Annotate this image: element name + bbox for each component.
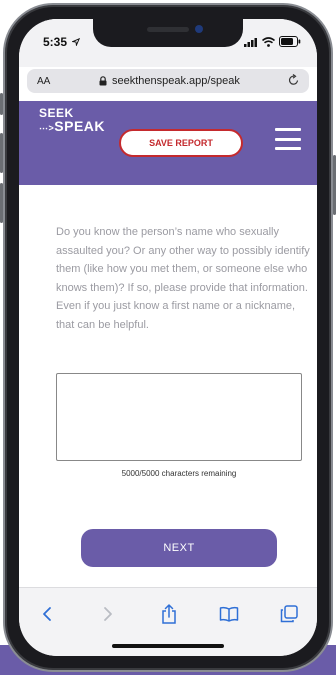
logo-line-speak: SPEAK [54, 118, 105, 134]
phone-frame: 5:35 AA seekthenspeak.app/speak SEEK ⋯>S… [0, 3, 336, 672]
reload-icon [288, 73, 299, 85]
volume-down-button [0, 183, 3, 223]
share-icon [162, 604, 176, 624]
url-text: seekthenspeak.app/speak [112, 75, 240, 87]
hamburger-menu-icon[interactable] [275, 128, 301, 150]
forward-button[interactable] [94, 602, 122, 626]
status-time-text: 5:35 [43, 35, 68, 49]
text-size-button[interactable]: AA [37, 76, 50, 87]
volume-up-button [0, 133, 3, 173]
silent-switch [0, 93, 3, 115]
battery-icon [279, 36, 301, 47]
status-time: 5:35 [43, 35, 81, 49]
home-indicator [112, 644, 224, 648]
address[interactable]: seekthenspeak.app/speak [99, 75, 240, 87]
front-camera [195, 25, 203, 33]
lock-icon [99, 76, 107, 86]
character-counter: 5000/5000 characters remaining [121, 469, 237, 478]
reload-button[interactable] [288, 73, 299, 89]
menu-bar-middle [275, 137, 301, 141]
question-text: Do you know the person’s name who sexual… [56, 226, 310, 331]
tabs-icon [280, 605, 298, 623]
location-arrow-icon [71, 37, 81, 47]
notch [93, 19, 243, 47]
safari-toolbar [19, 587, 317, 656]
status-icons [244, 36, 301, 47]
next-button[interactable]: NEXT [81, 529, 277, 567]
bookmarks-button[interactable] [215, 602, 243, 626]
menu-bar-top [275, 128, 301, 131]
signal-icon [244, 37, 257, 47]
screen: 5:35 AA seekthenspeak.app/speak SEEK ⋯>S… [19, 19, 317, 656]
app-header: SEEK ⋯>SPEAK SAVE REPORT [19, 101, 317, 185]
back-icon [43, 607, 51, 621]
save-report-button[interactable]: SAVE REPORT [119, 129, 243, 157]
bookmarks-icon [219, 606, 239, 622]
share-button[interactable] [155, 602, 183, 626]
logo-arrow-icon: ⋯> [39, 123, 55, 133]
seek-then-speak-logo[interactable]: SEEK ⋯>SPEAK [39, 107, 105, 133]
url-bar[interactable]: AA seekthenspeak.app/speak [27, 69, 309, 93]
back-button[interactable] [33, 602, 61, 626]
logo-line-speak-row: ⋯>SPEAK [39, 119, 105, 133]
speaker-grille [147, 27, 189, 32]
wifi-icon [262, 36, 275, 47]
menu-bar-bottom [275, 147, 301, 150]
tabs-button[interactable] [275, 602, 303, 626]
response-textarea[interactable] [56, 373, 302, 461]
forward-icon [104, 607, 112, 621]
